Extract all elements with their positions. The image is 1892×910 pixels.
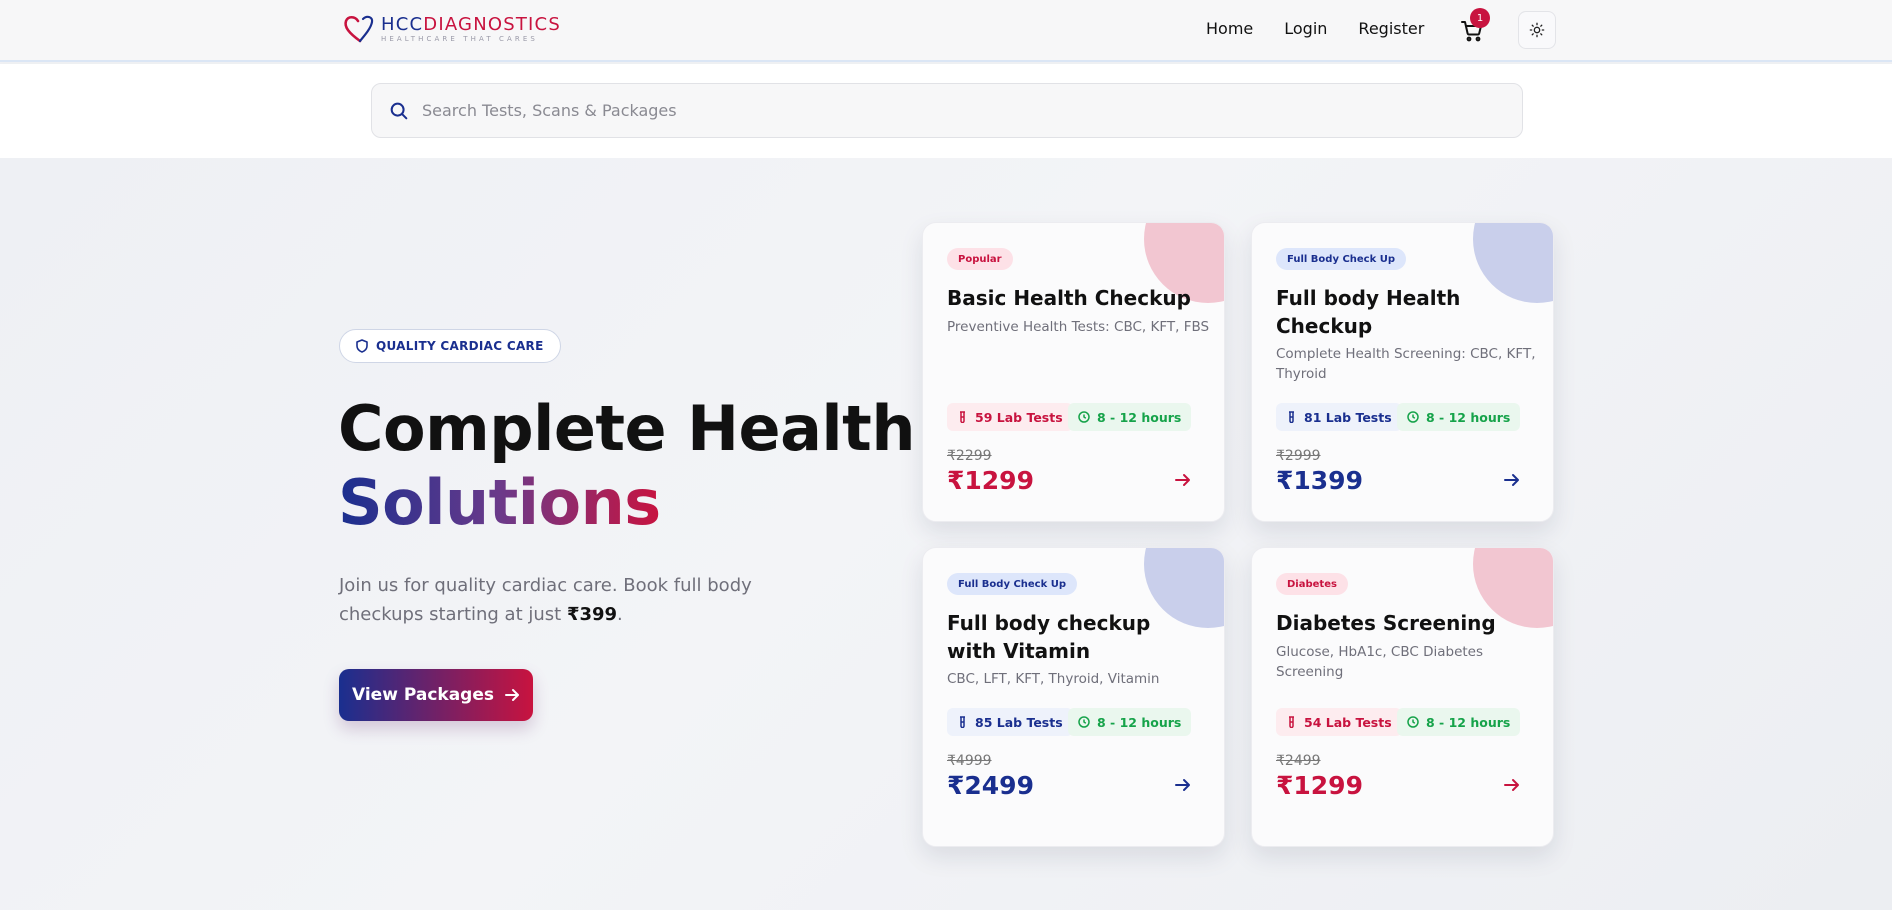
lab-tests-pill: 54 Lab Tests — [1276, 708, 1402, 736]
view-packages-label: View Packages — [352, 685, 494, 705]
quality-badge-label: QUALITY CARDIAC CARE — [376, 339, 544, 353]
brand-name-suffix: DIAGNOSTICS — [423, 13, 561, 35]
search-input[interactable] — [422, 101, 1502, 120]
arrow-right-icon[interactable] — [1174, 776, 1192, 794]
package-description: Preventive Health Tests: CBC, KFT, FBS — [947, 319, 1210, 335]
test-tube-icon — [960, 716, 965, 728]
discounted-price: ₹2499 — [947, 771, 1034, 800]
lab-tests-pill: 81 Lab Tests — [1276, 403, 1402, 431]
search-bar[interactable] — [371, 83, 1523, 138]
clock-icon — [1078, 411, 1090, 423]
test-tube-icon — [1289, 411, 1294, 423]
hero-desc-price: ₹399 — [566, 604, 618, 625]
brand-name-prefix: HCC — [381, 13, 424, 35]
hero-title-line1: Complete Health — [338, 392, 915, 465]
lab-tests-count: 81 Lab Tests — [1304, 409, 1392, 425]
turnaround-time: 8 - 12 hours — [1426, 409, 1511, 425]
package-title: Diabetes Screening — [1276, 611, 1496, 635]
package-card-diabetes[interactable]: Diabetes Diabetes Screening Glucose, HbA… — [1251, 547, 1554, 847]
clock-icon — [1078, 716, 1090, 728]
sun-icon — [1529, 22, 1545, 38]
shield-icon — [356, 339, 368, 353]
turnaround-time: 8 - 12 hours — [1097, 409, 1182, 425]
view-packages-button[interactable]: View Packages — [339, 669, 533, 721]
search-section — [0, 64, 1892, 158]
arrow-right-icon[interactable] — [1174, 471, 1192, 489]
discounted-price: ₹1399 — [1276, 466, 1363, 495]
discounted-price: ₹1299 — [947, 466, 1034, 495]
main-nav: Home Login Register — [1206, 19, 1455, 38]
package-card-full-body-vitamin[interactable]: Full Body Check Up Full body checkup wit… — [922, 547, 1225, 847]
theme-toggle-button[interactable] — [1518, 11, 1556, 49]
brand-logo[interactable]: HCCDIAGNOSTICS HEALTHCARE THAT CARES — [341, 14, 561, 44]
turnaround-pill: 8 - 12 hours — [1397, 403, 1521, 431]
clock-icon — [1407, 716, 1419, 728]
package-card-basic-health[interactable]: Popular Basic Health Checkup Preventive … — [922, 222, 1225, 522]
package-card-full-body-health[interactable]: Full Body Check Up Full body Health Chec… — [1251, 222, 1554, 522]
hero-title-line2: Solutions — [338, 466, 661, 539]
original-price: ₹2499 — [1276, 753, 1321, 769]
original-price: ₹4999 — [947, 753, 992, 769]
package-title: Full body checkup with Vitamin — [947, 611, 1151, 663]
brand-tagline: HEALTHCARE THAT CARES — [381, 34, 538, 43]
search-icon — [390, 102, 408, 119]
package-title: Basic Health Checkup — [947, 286, 1191, 310]
test-tube-icon — [1289, 716, 1294, 728]
lab-tests-count: 54 Lab Tests — [1304, 714, 1392, 730]
turnaround-pill: 8 - 12 hours — [1068, 403, 1192, 431]
turnaround-time: 8 - 12 hours — [1426, 714, 1511, 730]
hero-description: Join us for quality cardiac care. Book f… — [339, 571, 839, 629]
arrow-right-icon[interactable] — [1503, 776, 1521, 794]
turnaround-pill: 8 - 12 hours — [1397, 708, 1521, 736]
cart-count-badge: 1 — [1470, 8, 1490, 28]
package-tag: Diabetes — [1276, 573, 1348, 595]
package-description: Glucose, HbA1c, CBC Diabetes Screening — [1276, 644, 1484, 680]
lab-tests-pill: 85 Lab Tests — [947, 708, 1073, 736]
quality-badge: QUALITY CARDIAC CARE — [339, 329, 561, 363]
package-description: Complete Health Screening: CBC, KFT, Thy… — [1276, 346, 1536, 382]
package-title: Full body Health Checkup — [1276, 286, 1461, 338]
hero-desc-suffix: . — [617, 604, 623, 625]
hero-title: Complete Health Solutions — [338, 392, 915, 540]
package-description: CBC, LFT, KFT, Thyroid, Vitamin — [947, 671, 1160, 687]
turnaround-time: 8 - 12 hours — [1097, 714, 1182, 730]
original-price: ₹2299 — [947, 448, 992, 464]
package-tag: Popular — [947, 248, 1013, 270]
heart-logo-icon — [344, 15, 374, 43]
hero-desc-text: Join us for quality cardiac care. Book f… — [339, 575, 752, 625]
lab-tests-count: 85 Lab Tests — [975, 714, 1063, 730]
turnaround-pill: 8 - 12 hours — [1068, 708, 1192, 736]
package-tag: Full Body Check Up — [947, 573, 1078, 595]
top-navbar: HCCDIAGNOSTICS HEALTHCARE THAT CARES Hom… — [0, 0, 1892, 62]
discounted-price: ₹1299 — [1276, 771, 1363, 800]
nav-home-link[interactable]: Home — [1206, 19, 1253, 38]
package-tag: Full Body Check Up — [1276, 248, 1407, 270]
nav-register-link[interactable]: Register — [1358, 19, 1424, 38]
test-tube-icon — [960, 411, 965, 423]
nav-login-link[interactable]: Login — [1284, 19, 1327, 38]
clock-icon — [1407, 411, 1419, 423]
card-corner-decoration — [1473, 223, 1553, 303]
original-price: ₹2999 — [1276, 448, 1321, 464]
lab-tests-pill: 59 Lab Tests — [947, 403, 1073, 431]
arrow-right-icon[interactable] — [1503, 471, 1521, 489]
arrow-right-icon — [505, 689, 519, 701]
lab-tests-count: 59 Lab Tests — [975, 409, 1063, 425]
